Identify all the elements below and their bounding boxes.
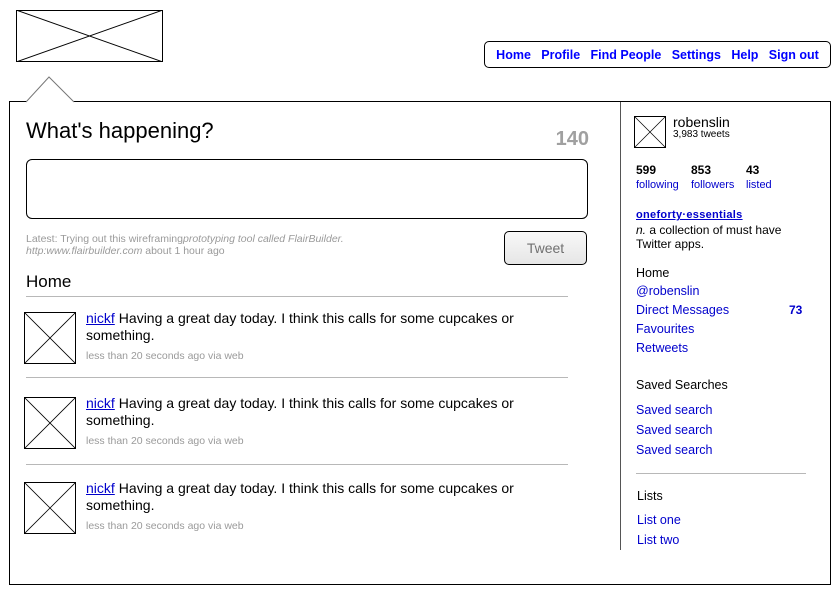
- image-placeholder-icon: [24, 312, 76, 364]
- sidebar-divider: [620, 102, 621, 550]
- sidebar-item-favourites[interactable]: Favourites: [636, 322, 694, 336]
- divider: [26, 464, 568, 465]
- tweet-button[interactable]: Tweet: [504, 231, 587, 265]
- divider: [26, 296, 568, 297]
- stat-label[interactable]: listed: [746, 179, 772, 191]
- tweet-body: nickf Having a great day today. I think t…: [86, 480, 546, 514]
- tab-pointer-icon: [26, 76, 75, 103]
- stat-value: 853: [691, 163, 712, 177]
- stat-value: 599: [636, 163, 657, 177]
- saved-search-link[interactable]: Saved search: [636, 423, 712, 437]
- tweet-username-link[interactable]: nickf: [86, 310, 115, 326]
- saved-searches-heading: Saved Searches: [636, 378, 728, 392]
- logo[interactable]: [16, 10, 163, 62]
- saved-search-link[interactable]: Saved search: [636, 443, 712, 457]
- divider: [26, 377, 568, 378]
- tweet-meta: less than 20 seconds ago via web: [86, 350, 244, 362]
- avatar[interactable]: [24, 397, 76, 449]
- nav-home-link[interactable]: Home: [496, 48, 531, 62]
- sidebar-item-home[interactable]: Home: [636, 266, 669, 280]
- tweet-input[interactable]: [26, 159, 588, 219]
- sidebar-item-mentions[interactable]: @robenslin: [636, 284, 699, 298]
- profile-username: robenslin: [673, 114, 730, 130]
- sidebar-item-direct-messages[interactable]: Direct Messages: [636, 303, 729, 317]
- latest-status-text: Latest: Trying out this wireframing: [26, 233, 183, 245]
- tweet-username-link[interactable]: nickf: [86, 395, 115, 411]
- lists-heading: Lists: [637, 489, 663, 503]
- sidebar-item-retweets[interactable]: Retweets: [636, 341, 688, 355]
- image-placeholder-icon: [634, 116, 666, 148]
- tweet-username-link[interactable]: nickf: [86, 480, 115, 496]
- list-link[interactable]: List one: [637, 513, 681, 527]
- image-placeholder-icon: [16, 10, 163, 62]
- tweet-item: nickf Having a great day today. I think t…: [24, 395, 574, 457]
- tweet-item: nickf Having a great day today. I think t…: [24, 480, 574, 542]
- tweet-text: Having a great day today. I think this c…: [86, 310, 514, 343]
- tweet-text: Having a great day today. I think this c…: [86, 395, 514, 428]
- tweet-meta: less than 20 seconds ago via web: [86, 435, 244, 447]
- nav-settings-link[interactable]: Settings: [672, 48, 721, 62]
- tweet-text: Having a great day today. I think this c…: [86, 480, 514, 513]
- stat-label[interactable]: following: [636, 179, 679, 191]
- latest-status-time: about 1 hour ago: [142, 245, 225, 257]
- image-placeholder-icon: [24, 397, 76, 449]
- timeline-heading: Home: [26, 272, 72, 291]
- image-placeholder-icon: [24, 482, 76, 534]
- character-count: 140: [555, 128, 589, 150]
- composer-title: What's happening?: [26, 118, 214, 143]
- nav-find-people-link[interactable]: Find People: [591, 48, 662, 62]
- tweet-body: nickf Having a great day today. I think t…: [86, 310, 546, 344]
- nav-help-link[interactable]: Help: [731, 48, 758, 62]
- divider: [636, 473, 806, 474]
- tweet-item: nickf Having a great day today. I think t…: [24, 310, 574, 372]
- featured-list-description: n. a collection of must have Twitter app…: [636, 223, 816, 251]
- list-link[interactable]: List two: [637, 533, 679, 547]
- tweet-body: nickf Having a great day today. I think t…: [86, 395, 546, 429]
- featured-list-link[interactable]: oneforty·essentials: [636, 209, 743, 221]
- profile-tweet-count: 3,983 tweets: [673, 129, 730, 140]
- saved-search-link[interactable]: Saved search: [636, 403, 712, 417]
- nav-profile-link[interactable]: Profile: [541, 48, 580, 62]
- top-navigation: Home Profile Find People Settings Help S…: [484, 41, 831, 68]
- tweet-meta: less than 20 seconds ago via web: [86, 520, 244, 532]
- featured-list-desc-em: n.: [636, 223, 647, 237]
- stat-following[interactable]: 599 following: [636, 163, 679, 191]
- stat-followers[interactable]: 853 followers: [691, 163, 734, 191]
- latest-status: Latest: Trying out this wireframingproto…: [26, 233, 496, 257]
- nav-sign-out-link[interactable]: Sign out: [769, 48, 819, 62]
- stat-value: 43: [746, 163, 760, 177]
- latest-status-italic: prototyping tool called FlairBuilder.: [182, 233, 344, 245]
- featured-list-desc-text: a collection of must have Twitter apps.: [636, 223, 782, 251]
- stat-listed[interactable]: 43 listed: [746, 163, 772, 191]
- profile-avatar[interactable]: [634, 116, 666, 148]
- direct-messages-count-badge: 73: [789, 303, 803, 317]
- avatar[interactable]: [24, 312, 76, 364]
- avatar[interactable]: [24, 482, 76, 534]
- stat-label[interactable]: followers: [691, 179, 734, 191]
- latest-status-link[interactable]: http:www.flairbuilder.com: [26, 245, 142, 257]
